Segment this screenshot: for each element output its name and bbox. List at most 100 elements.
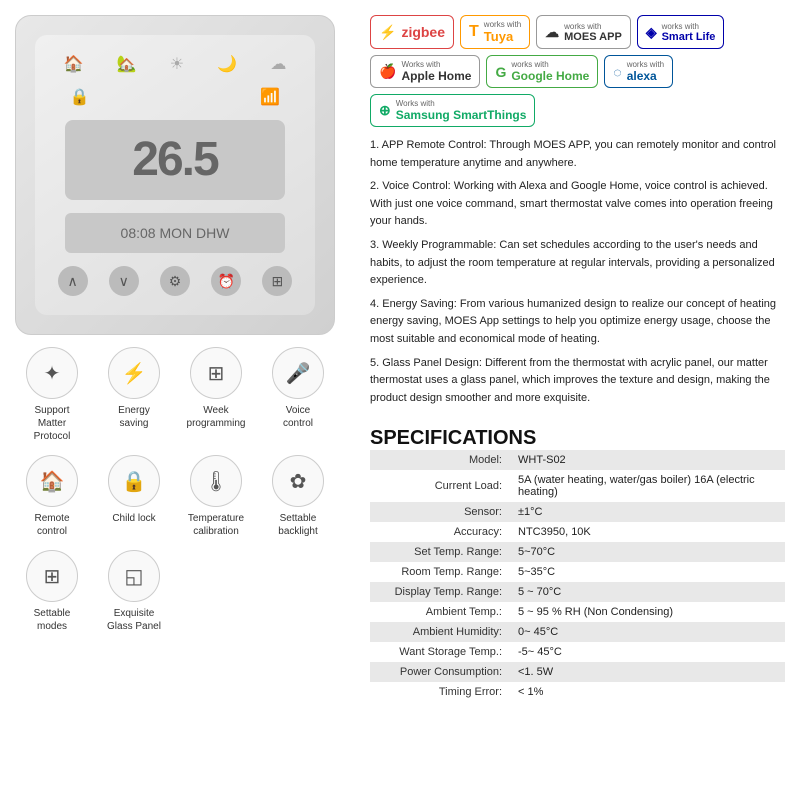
spec-row: Want Storage Temp.:-5~ 45°C (370, 642, 785, 662)
apple-icon: 🍎 (379, 63, 396, 80)
spec-value: < 1% (510, 682, 785, 702)
feature-week-label: Weekprogramming (187, 404, 246, 430)
feature-backlight-label: Settablebacklight (278, 512, 317, 538)
google-text: works with Google Home (511, 60, 589, 83)
spec-row: Timing Error:< 1% (370, 682, 785, 702)
badge-google: G works with Google Home (486, 55, 598, 88)
matter-icon: ✦ (26, 347, 78, 399)
menu-btn[interactable]: ⊞ (262, 266, 292, 296)
spec-value: WHT-S02 (510, 450, 785, 470)
samsung-icon: ⊕ (379, 102, 391, 119)
spec-label: Room Temp. Range: (370, 562, 510, 582)
desc-item-3: 3. Weekly Programmable: Can set schedule… (370, 237, 785, 290)
clock-btn[interactable]: ⏰ (211, 266, 241, 296)
badge-apple: 🍎 Works with Apple Home (370, 55, 480, 88)
spec-row: Ambient Temp.:5 ~ 95 % RH (Non Condensin… (370, 602, 785, 622)
badge-alexa: ◌ works with alexa (604, 55, 673, 88)
description-section: 1. APP Remote Control: Through MOES APP,… (370, 137, 785, 413)
tuya-text: works with Tuya (484, 20, 521, 44)
feature-remote-label: Remote control (22, 512, 82, 538)
feature-energy-label: Energysaving (118, 404, 150, 430)
spec-label: Set Temp. Range: (370, 542, 510, 562)
up-btn[interactable]: ∧ (58, 266, 88, 296)
spec-label: Display Temp. Range: (370, 582, 510, 602)
device-mid-icons: 🔒 📶 (47, 87, 303, 107)
spec-row: Power Consumption:<1. 5W (370, 662, 785, 682)
spec-label: Sensor: (370, 502, 510, 522)
remote-icon: 🏠 (26, 455, 78, 507)
feature-week: ⊞ Weekprogramming (179, 347, 253, 443)
badge-zigbee: ⚡ zigbee (370, 15, 454, 49)
childlock-icon: 🔒 (108, 455, 160, 507)
desc-item-5: 5. Glass Panel Design: Different from th… (370, 355, 785, 408)
left-column: 🏠 🏡 ☀ 🌙 ☁ 🔒 📶 26.5 08:08 MON DHW (15, 15, 355, 785)
feature-glass: ◱ ExquisiteGlass Panel (97, 550, 171, 633)
spec-row: Room Temp. Range:5~35°C (370, 562, 785, 582)
sun-icon: ☀ (170, 54, 184, 74)
alexa-icon: ◌ (613, 64, 621, 80)
spec-row: Display Temp. Range:5 ~ 70°C (370, 582, 785, 602)
sub-display: 08:08 MON DHW (65, 213, 285, 253)
spec-value: 5A (water heating, water/gas boiler) 16A… (510, 470, 785, 502)
glass-icon: ◱ (108, 550, 160, 602)
badges-row2: 🍎 Works with Apple Home G works with Goo… (370, 55, 785, 88)
spec-label: Timing Error: (370, 682, 510, 702)
desc-item-2: 2. Voice Control: Working with Alexa and… (370, 178, 785, 231)
desc-item-4: 4. Energy Saving: From various humanized… (370, 296, 785, 349)
smartlife-text: works with Smart Life (662, 22, 716, 43)
feature-energy: ⚡ Energysaving (97, 347, 171, 443)
features-row1: ✦ SupportMatter Protocol ⚡ Energysaving … (15, 347, 335, 443)
device-controls: ∧ ∨ ⚙ ⏰ ⊞ (47, 266, 303, 296)
badges-container: ⚡ zigbee T works with Tuya ☁ works with … (370, 15, 785, 127)
cloud-icon: ☁ (270, 54, 286, 74)
feature-modes: ⊞ Settablemodes (15, 550, 89, 633)
temp-value: 26.5 (132, 132, 217, 187)
temp-display: 26.5 (65, 120, 285, 200)
settings-btn[interactable]: ⚙ (160, 266, 190, 296)
spec-label: Want Storage Temp.: (370, 642, 510, 662)
house-icon: 🏡 (117, 54, 137, 74)
backlight-icon: ✿ (272, 455, 324, 507)
feature-calibration: 🌡 Temperaturecalibration (179, 455, 253, 538)
google-icon: G (495, 64, 506, 80)
spec-value: -5~ 45°C (510, 642, 785, 662)
down-btn[interactable]: ∨ (109, 266, 139, 296)
feature-childlock-label: Child lock (112, 512, 155, 525)
leaf-icon: 🌙 (217, 54, 237, 74)
sub-value: 08:08 MON DHW (121, 225, 230, 241)
feature-voice: 🎤 Voicecontrol (261, 347, 335, 443)
badges-row1: ⚡ zigbee T works with Tuya ☁ works with … (370, 15, 785, 49)
spec-value: 5 ~ 70°C (510, 582, 785, 602)
voice-icon: 🎤 (272, 347, 324, 399)
feature-calibration-label: Temperaturecalibration (188, 512, 244, 538)
energy-icon: ⚡ (108, 347, 160, 399)
calibration-icon: 🌡 (190, 455, 242, 507)
moes-text: works with MOES APP (564, 22, 622, 43)
features-row2: 🏠 Remote control 🔒 Child lock 🌡 Temperat… (15, 455, 335, 538)
device-panel: 🏠 🏡 ☀ 🌙 ☁ 🔒 📶 26.5 08:08 MON DHW (35, 35, 315, 315)
moes-icon: ☁ (545, 24, 559, 41)
apple-text: Works with Apple Home (401, 60, 471, 83)
spec-label: Accuracy: (370, 522, 510, 542)
spec-row: Set Temp. Range:5~70°C (370, 542, 785, 562)
right-column: ⚡ zigbee T works with Tuya ☁ works with … (370, 15, 785, 785)
device-image: 🏠 🏡 ☀ 🌙 ☁ 🔒 📶 26.5 08:08 MON DHW (15, 15, 335, 335)
samsung-text: Works with Samsung SmartThings (396, 99, 527, 122)
spec-value: 5 ~ 95 % RH (Non Condensing) (510, 602, 785, 622)
feature-remote: 🏠 Remote control (15, 455, 89, 538)
feature-childlock: 🔒 Child lock (97, 455, 171, 538)
spec-value: NTC3950, 10K (510, 522, 785, 542)
spec-row: Model:WHT-S02 (370, 450, 785, 470)
spec-value: 5~35°C (510, 562, 785, 582)
spec-value: ±1°C (510, 502, 785, 522)
feature-matter-label: SupportMatter Protocol (22, 404, 82, 443)
alexa-text: works with alexa (627, 60, 664, 83)
badge-moes: ☁ works with MOES APP (536, 15, 631, 49)
specs-section: SPECIFICATIONS Model:WHT-S02Current Load… (370, 423, 785, 702)
specs-table: Model:WHT-S02Current Load:5A (water heat… (370, 450, 785, 702)
apple-home-label: Apple Home (401, 69, 471, 83)
spec-value: <1. 5W (510, 662, 785, 682)
feature-modes-label: Settablemodes (34, 607, 71, 633)
spec-row: Current Load:5A (water heating, water/ga… (370, 470, 785, 502)
feature-backlight: ✿ Settablebacklight (261, 455, 335, 538)
